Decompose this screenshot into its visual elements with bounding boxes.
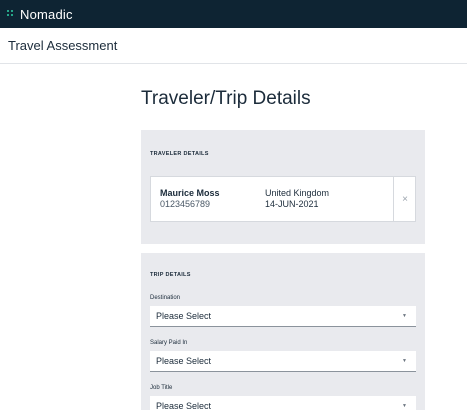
job-title-select[interactable]: Please Select ▼ [150,396,416,410]
top-nav-bar: Nomadic [0,0,467,28]
traveler-date: 14-JUN-2021 [265,199,319,209]
remove-traveler-button[interactable]: × [394,177,416,221]
salary-paid-in-label: Salary Paid In [150,340,188,346]
app-name[interactable]: Nomadic [20,7,73,22]
salary-paid-in-value: Please Select [156,356,212,366]
traveler-details-card: TRAVELER DETAILS Maurice Moss 0123456789… [141,130,425,244]
page-title: Traveler/Trip Details [141,88,311,109]
chevron-down-icon: ▼ [402,358,407,364]
salary-paid-in-select[interactable]: Please Select ▼ [150,351,416,372]
destination-label: Destination [150,295,181,301]
traveler-id: 0123456789 [160,199,211,209]
traveler-country: United Kingdom [265,188,330,198]
trip-details-label: TRIP DETAILS [150,272,191,278]
nomadic-logo-icon [7,9,17,19]
destination-select[interactable]: Please Select ▼ [150,306,416,327]
job-title-label: Job Title [150,385,173,391]
page-subheader: Travel Assessment [0,28,467,64]
subheader-title: Travel Assessment [8,38,118,53]
traveler-entry: Maurice Moss 0123456789 United Kingdom 1… [150,176,416,222]
chevron-down-icon: ▼ [402,403,407,409]
trip-details-card: TRIP DETAILS Destination Please Select ▼… [141,253,425,410]
traveler-name: Maurice Moss [160,188,220,198]
job-title-value: Please Select [156,401,212,410]
traveler-details-label: TRAVELER DETAILS [150,151,209,157]
close-icon: × [402,193,408,205]
destination-value: Please Select [156,311,212,321]
chevron-down-icon: ▼ [402,313,407,319]
